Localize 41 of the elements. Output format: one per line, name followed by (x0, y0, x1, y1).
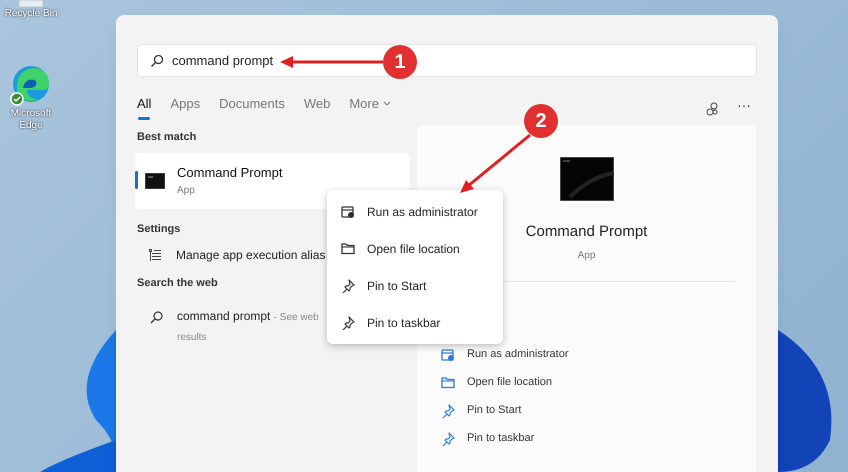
recycle-bin-icon (16, 0, 46, 8)
search-tab[interactable]: More (349, 94, 391, 124)
best-match-result[interactable]: Command Prompt App (135, 152, 410, 208)
share-button[interactable] (705, 102, 719, 116)
more-options-button[interactable]: ··· (737, 98, 751, 120)
context-menu-item[interactable]: Pin to taskbar (327, 304, 503, 341)
web-result-text: command prompt - See web results (177, 308, 320, 344)
action-link[interactable]: Open file location (441, 372, 552, 392)
search-icon (150, 310, 163, 324)
result-title: Manage app execution alias (176, 247, 326, 264)
action-link[interactable]: Pin to Start (441, 400, 522, 420)
terminal-icon (560, 157, 614, 201)
connected-circles-icon (705, 102, 719, 116)
action-link[interactable]: Pin to taskbar (441, 428, 534, 448)
search-icon (150, 54, 164, 68)
action-link[interactable]: Run as administrator (441, 344, 568, 364)
context-menu-item[interactable]: Open file location (327, 230, 503, 267)
result-title: Command Prompt (177, 164, 282, 182)
terminal-icon (145, 172, 165, 188)
context-menu-item[interactable]: Pin to Start (327, 267, 503, 304)
list-icon (149, 248, 162, 262)
app-subtitle: App (578, 248, 596, 262)
pin-icon (341, 278, 355, 292)
admin-shield-icon (441, 348, 455, 362)
folder-icon (341, 242, 355, 255)
folder-icon (441, 376, 455, 389)
search-tab[interactable]: Documents (219, 94, 285, 124)
search-text: command prompt (172, 52, 274, 70)
admin-shield-icon (341, 204, 355, 218)
search-tab[interactable]: Apps (170, 94, 200, 124)
search-tab[interactable]: Web (304, 94, 330, 124)
search-tab[interactable]: All (137, 94, 152, 124)
pin-icon (341, 316, 355, 330)
pin-icon (441, 404, 455, 418)
callout-arrow (460, 134, 531, 193)
pin-icon (441, 432, 455, 446)
section-heading: Best match (137, 130, 196, 145)
app-title: Command Prompt (526, 222, 648, 242)
result-subtitle: App (177, 184, 196, 198)
section-heading: Settings (137, 222, 180, 236)
section-heading: Search the web (137, 276, 218, 291)
